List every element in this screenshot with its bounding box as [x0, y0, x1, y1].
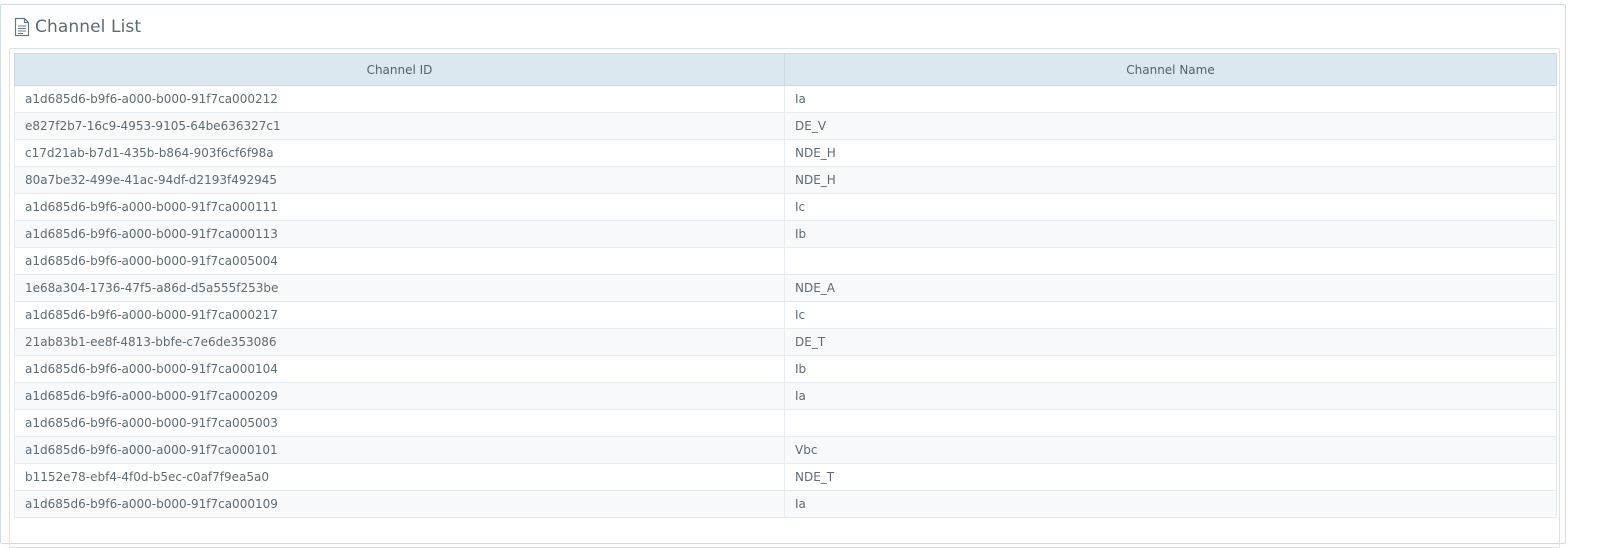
table-row[interactable]: c17d21ab-b7d1-435b-b864-903f6cf6f98a NDE_…: [14, 139, 1557, 167]
channel-id-cell: a1d685d6-b9f6-a000-b000-91f7ca000111: [14, 193, 785, 221]
panel-title: Channel List: [35, 17, 142, 37]
channel-id-cell: a1d685d6-b9f6-a000-b000-91f7ca000113: [14, 220, 785, 248]
channel-id-cell: e827f2b7-16c9-4953-9105-64be636327c1: [14, 112, 785, 140]
table-row[interactable]: a1d685d6-b9f6-a000-a000-91f7ca000101 Vbc: [14, 436, 1557, 464]
table-row[interactable]: a1d685d6-b9f6-a000-b000-91f7ca000111 Ic: [14, 193, 1557, 221]
table-row[interactable]: a1d685d6-b9f6-a000-b000-91f7ca005004: [14, 247, 1557, 275]
table-row[interactable]: a1d685d6-b9f6-a000-b000-91f7ca000113 Ib: [14, 220, 1557, 248]
channel-name-cell: NDE_T: [784, 463, 1557, 491]
channel-id-cell: a1d685d6-b9f6-a000-b000-91f7ca000209: [14, 382, 785, 410]
channel-name-cell: Ia: [784, 382, 1557, 410]
table-row[interactable]: 1e68a304-1736-47f5-a86d-d5a555f253be NDE_…: [14, 274, 1557, 302]
channel-name-cell: Ib: [784, 355, 1557, 383]
channel-name-cell: Ia: [784, 85, 1557, 113]
table-row[interactable]: b1152e78-ebf4-4f0d-b5ec-c0af7f9ea5a0 NDE_…: [14, 463, 1557, 491]
channel-id-cell: a1d685d6-b9f6-a000-b000-91f7ca000212: [14, 85, 785, 113]
channel-name-cell: NDE_A: [784, 274, 1557, 302]
channel-name-cell: [784, 247, 1557, 275]
channel-name-cell: NDE_H: [784, 166, 1557, 194]
channel-name-cell: Ic: [784, 193, 1557, 221]
channel-name-cell: Ib: [784, 220, 1557, 248]
channel-id-cell: 80a7be32-499e-41ac-94df-d2193f492945: [14, 166, 785, 194]
channel-id-cell: c17d21ab-b7d1-435b-b864-903f6cf6f98a: [14, 139, 785, 167]
table-row[interactable]: 21ab83b1-ee8f-4813-bbfe-c7e6de353086 DE_T: [14, 328, 1557, 356]
table-row[interactable]: a1d685d6-b9f6-a000-b000-91f7ca000212 Ia: [14, 85, 1557, 113]
channel-id-cell: a1d685d6-b9f6-a000-b000-91f7ca000104: [14, 355, 785, 383]
table-row[interactable]: a1d685d6-b9f6-a000-b000-91f7ca000209 Ia: [14, 382, 1557, 410]
table-row[interactable]: e827f2b7-16c9-4953-9105-64be636327c1 DE_V: [14, 112, 1557, 140]
panel-body: Channel ID Channel Name a1d685d6-b9f6-a0…: [9, 48, 1560, 548]
channel-name-cell: DE_V: [784, 112, 1557, 140]
channel-id-cell: a1d685d6-b9f6-a000-a000-91f7ca000101: [14, 436, 785, 464]
table-body: a1d685d6-b9f6-a000-b000-91f7ca000212 Ia e8…: [14, 85, 1557, 518]
channel-name-cell: Ia: [784, 490, 1557, 518]
channel-table: Channel ID Channel Name a1d685d6-b9f6-a0…: [14, 53, 1557, 518]
table-header-row: Channel ID Channel Name: [14, 53, 1557, 86]
channel-name-cell: Ic: [784, 301, 1557, 329]
column-header-channel-name[interactable]: Channel Name: [784, 53, 1557, 86]
table-row[interactable]: a1d685d6-b9f6-a000-b000-91f7ca005003: [14, 409, 1557, 437]
channel-id-cell: a1d685d6-b9f6-a000-b000-91f7ca005003: [14, 409, 785, 437]
table-row[interactable]: a1d685d6-b9f6-a000-b000-91f7ca000109 Ia: [14, 490, 1557, 518]
channel-id-cell: a1d685d6-b9f6-a000-b000-91f7ca005004: [14, 247, 785, 275]
channel-name-cell: NDE_H: [784, 139, 1557, 167]
channel-list-panel: Channel List Channel ID Channel Name a1d…: [0, 4, 1566, 548]
channel-name-cell: Vbc: [784, 436, 1557, 464]
table-row[interactable]: a1d685d6-b9f6-a000-b000-91f7ca000217 Ic: [14, 301, 1557, 329]
table-row[interactable]: a1d685d6-b9f6-a000-b000-91f7ca000104 Ib: [14, 355, 1557, 383]
channel-name-cell: [784, 409, 1557, 437]
column-header-channel-id[interactable]: Channel ID: [14, 53, 785, 86]
table-row[interactable]: 80a7be32-499e-41ac-94df-d2193f492945 NDE_…: [14, 166, 1557, 194]
channel-id-cell: a1d685d6-b9f6-a000-b000-91f7ca000109: [14, 490, 785, 518]
channel-id-cell: 21ab83b1-ee8f-4813-bbfe-c7e6de353086: [14, 328, 785, 356]
panel-heading: Channel List: [1, 5, 1565, 49]
document-icon: [14, 17, 30, 37]
channel-name-cell: DE_T: [784, 328, 1557, 356]
channel-id-cell: a1d685d6-b9f6-a000-b000-91f7ca000217: [14, 301, 785, 329]
channel-id-cell: b1152e78-ebf4-4f0d-b5ec-c0af7f9ea5a0: [14, 463, 785, 491]
channel-id-cell: 1e68a304-1736-47f5-a86d-d5a555f253be: [14, 274, 785, 302]
